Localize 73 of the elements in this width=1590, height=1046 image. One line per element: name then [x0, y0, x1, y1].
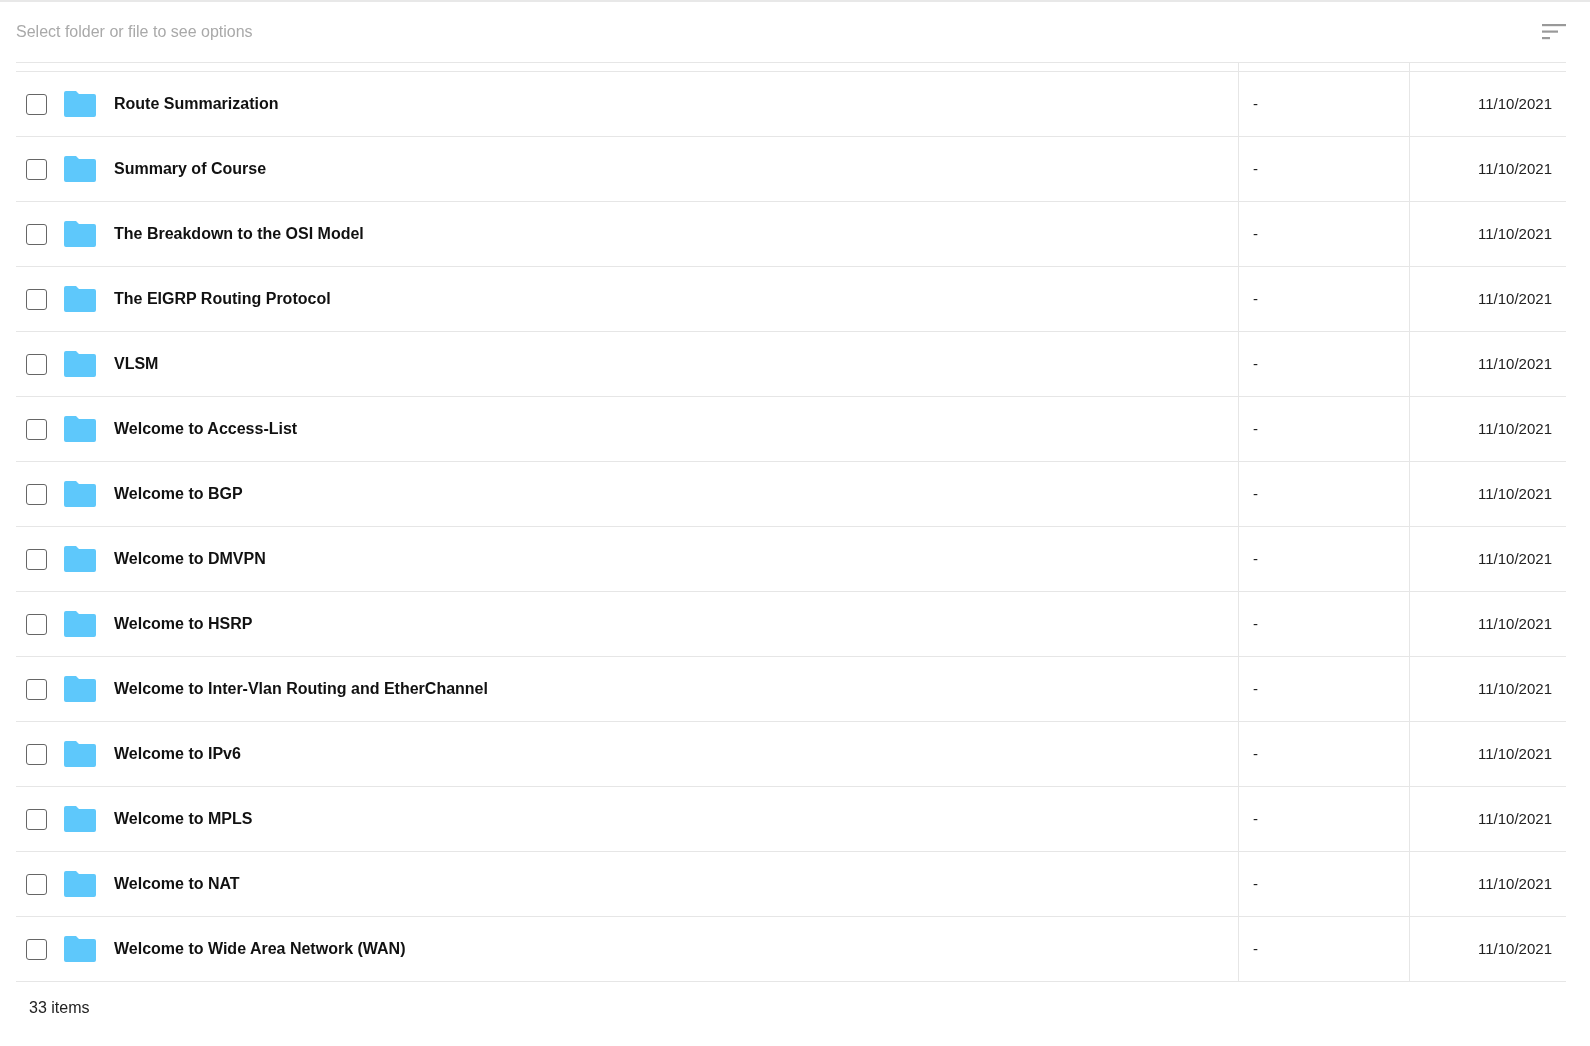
folder-icon	[64, 481, 96, 507]
checkbox[interactable]	[26, 613, 47, 635]
checkbox[interactable]	[26, 483, 47, 505]
folder-name[interactable]: Welcome to MPLS	[114, 807, 253, 831]
size-cell-text: -	[1253, 288, 1258, 309]
folder-name[interactable]: Summary of Course	[114, 157, 267, 181]
date-cell-text: 11/10/2021	[1478, 223, 1552, 244]
date-cell-text: 11/10/2021	[1478, 483, 1552, 504]
checkbox[interactable]	[26, 743, 47, 765]
size-cell-text: -	[1253, 938, 1258, 959]
folder-icon	[64, 611, 96, 637]
checkbox[interactable]	[26, 223, 47, 245]
folder-icon	[64, 286, 96, 312]
folder-icon	[64, 156, 96, 182]
folder-icon	[64, 416, 96, 442]
folder-icon	[64, 221, 96, 247]
date-cell-text: 11/10/2021	[1478, 548, 1552, 569]
size-cell-text: -	[1253, 678, 1258, 699]
folder-icon	[64, 546, 96, 572]
date-cell-text: 11/10/2021	[1478, 288, 1552, 309]
folder-name[interactable]: Welcome to DMVPN	[114, 547, 266, 571]
date-cell-text: 11/10/2021	[1478, 158, 1552, 179]
size-cell-text: -	[1253, 613, 1258, 634]
folder-name[interactable]: Welcome to Inter-Vlan Routing and EtherChannel	[114, 677, 488, 701]
checkbox[interactable]	[26, 288, 47, 310]
folder-icon	[64, 741, 96, 767]
folder-icon	[64, 676, 96, 702]
checkbox[interactable]	[26, 418, 47, 440]
date-cell-text: 11/10/2021	[1478, 353, 1552, 374]
toolbar-hint: Select folder or file to see options	[16, 22, 253, 42]
date-cell-text: 11/10/2021	[1478, 678, 1552, 699]
folder-name[interactable]: Welcome to NAT	[114, 872, 240, 896]
folder-icon	[64, 806, 96, 832]
date-cell-text: 11/10/2021	[1478, 613, 1552, 634]
folder-name[interactable]: Welcome to Access-List	[114, 417, 298, 441]
folder-name[interactable]: Welcome to BGP	[114, 482, 243, 506]
date-cell-text: 11/10/2021	[1478, 938, 1552, 959]
checkbox[interactable]	[26, 938, 47, 960]
sort-icon[interactable]	[1542, 24, 1566, 40]
size-cell-text: -	[1253, 743, 1258, 764]
folder-name[interactable]: Welcome to Wide Area Network (WAN)	[114, 937, 406, 961]
date-cell-text: 11/10/2021	[1478, 808, 1552, 829]
folder-icon	[64, 91, 96, 117]
size-cell-text: -	[1253, 483, 1258, 504]
checkbox[interactable]	[26, 873, 47, 895]
checkbox[interactable]	[26, 158, 47, 180]
folder-icon	[64, 871, 96, 897]
folder-name[interactable]: Welcome to IPv6	[114, 742, 241, 766]
checkbox[interactable]	[26, 93, 47, 115]
date-cell-text: 11/10/2021	[1478, 873, 1552, 894]
size-cell-text: -	[1253, 873, 1258, 894]
checkbox[interactable]	[26, 678, 47, 700]
folder-icon	[64, 936, 96, 962]
item-count: 33 items	[29, 999, 90, 1016]
size-cell-text: -	[1253, 548, 1258, 569]
folder-name[interactable]: The EIGRP Routing Protocol	[114, 287, 331, 311]
folder-name[interactable]: The Breakdown to the OSI Model	[114, 222, 364, 246]
folder-icon	[64, 351, 96, 377]
checkbox[interactable]	[26, 353, 47, 375]
folder-name[interactable]: Route Summarization	[114, 92, 279, 116]
checkbox[interactable]	[26, 548, 47, 570]
date-cell-text: 11/10/2021	[1478, 743, 1552, 764]
folder-name[interactable]: Welcome to HSRP	[114, 612, 253, 636]
size-cell-text: -	[1253, 223, 1258, 244]
size-cell-text: -	[1253, 808, 1258, 829]
date-cell-text: 11/10/2021	[1478, 93, 1552, 114]
checkbox[interactable]	[26, 808, 47, 830]
size-cell-text: -	[1253, 158, 1258, 179]
size-cell-text: -	[1253, 418, 1258, 439]
size-cell-text: -	[1253, 353, 1258, 374]
folder-name[interactable]: VLSM	[114, 352, 159, 376]
date-cell-text: 11/10/2021	[1478, 418, 1552, 439]
size-cell-text: -	[1253, 93, 1258, 114]
